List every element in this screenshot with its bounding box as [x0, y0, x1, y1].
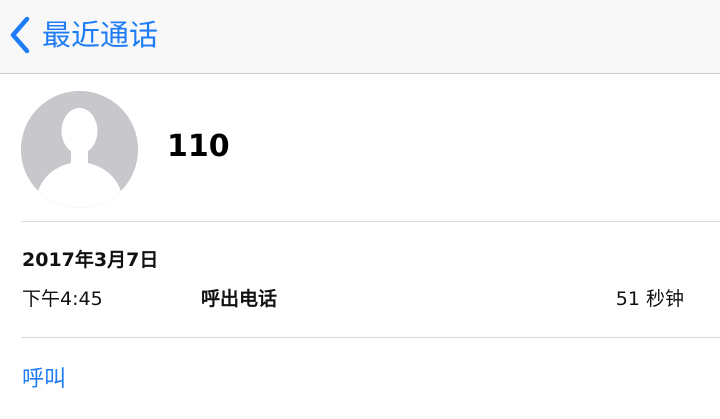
divider — [21, 221, 720, 222]
call-date: 2017年3月7日 — [22, 249, 159, 271]
back-button[interactable]: 最近通话 — [8, 10, 158, 60]
person-silhouette-icon — [21, 91, 138, 208]
call-button[interactable]: 呼叫 — [22, 369, 66, 391]
contact-header: 110 — [0, 74, 720, 222]
back-label: 最近通话 — [42, 17, 159, 52]
chevron-left-icon — [8, 15, 32, 55]
call-type: 呼出电话 — [201, 288, 278, 310]
avatar — [21, 91, 138, 208]
call-detail-screen: 最近通话 110 2017年3月7日 下午4:45 呼出电话 51 秒钟 呼叫 — [0, 0, 720, 419]
navigation-bar: 最近通话 — [0, 0, 720, 74]
call-duration: 51 秒钟 — [615, 288, 684, 310]
divider — [21, 337, 720, 338]
contact-name: 110 — [167, 129, 230, 164]
call-time: 下午4:45 — [22, 288, 103, 310]
